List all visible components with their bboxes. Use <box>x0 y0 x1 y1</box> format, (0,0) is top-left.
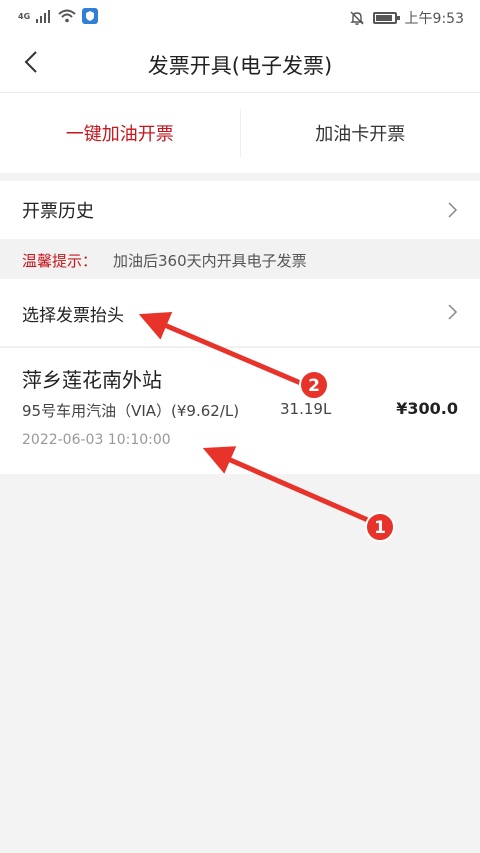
nav-bar: 发票开具(电子发票) <box>0 34 480 93</box>
wifi-icon <box>58 9 76 23</box>
status-left: 4G <box>18 8 99 24</box>
chevron-right-icon <box>448 202 458 218</box>
tab-fuel-card-invoice[interactable]: 加油卡开票 <box>241 120 480 146</box>
order-time: 2022-06-03 10:10:00 <box>22 432 171 448</box>
signal-icon <box>36 10 51 23</box>
clock: 上午9:53 <box>404 11 464 27</box>
status-right: 上午9:53 <box>349 8 464 28</box>
notice-banner: 温馨提示： 加油后360天内开具电子发票 <box>0 240 480 279</box>
select-invoice-header-label: 选择发票抬头 <box>22 306 124 326</box>
annotation-marker-1 <box>365 512 395 542</box>
notice-text: 加油后360天内开具电子发票 <box>113 252 307 270</box>
page-title: 发票开具(电子发票) <box>147 54 333 78</box>
battery-icon <box>372 12 400 24</box>
order-amount: ¥300.0 <box>396 399 458 418</box>
select-invoice-header-row[interactable]: 选择发票抬头 <box>0 279 480 346</box>
status-bar: 4G 上午9:53 <box>0 0 480 34</box>
order-card[interactable]: 萍乡莲花南外站 95号车用汽油（VIA）(¥9.62/L) 31.19L ¥30… <box>0 347 480 474</box>
chevron-right-icon <box>448 304 458 320</box>
invoice-history-label: 开票历史 <box>22 201 94 222</box>
invoice-history-row[interactable]: 开票历史 <box>0 181 480 239</box>
notice-prefix: 温馨提示： <box>22 252 98 270</box>
tab-bar: 一键加油开票 加油卡开票 <box>0 93 480 173</box>
fuel-volume: 31.19L <box>280 400 332 418</box>
shield-app-icon <box>82 8 99 24</box>
fuel-type: 95号车用汽油（VIA）(¥9.62/L) <box>22 402 240 420</box>
station-name: 萍乡莲花南外站 <box>22 368 162 392</box>
network-label: 4G <box>18 11 31 21</box>
tab-one-click-fuel-invoice[interactable]: 一键加油开票 <box>0 120 240 146</box>
annotation-label-1: 1 <box>374 518 386 538</box>
bell-off-icon <box>349 11 364 25</box>
